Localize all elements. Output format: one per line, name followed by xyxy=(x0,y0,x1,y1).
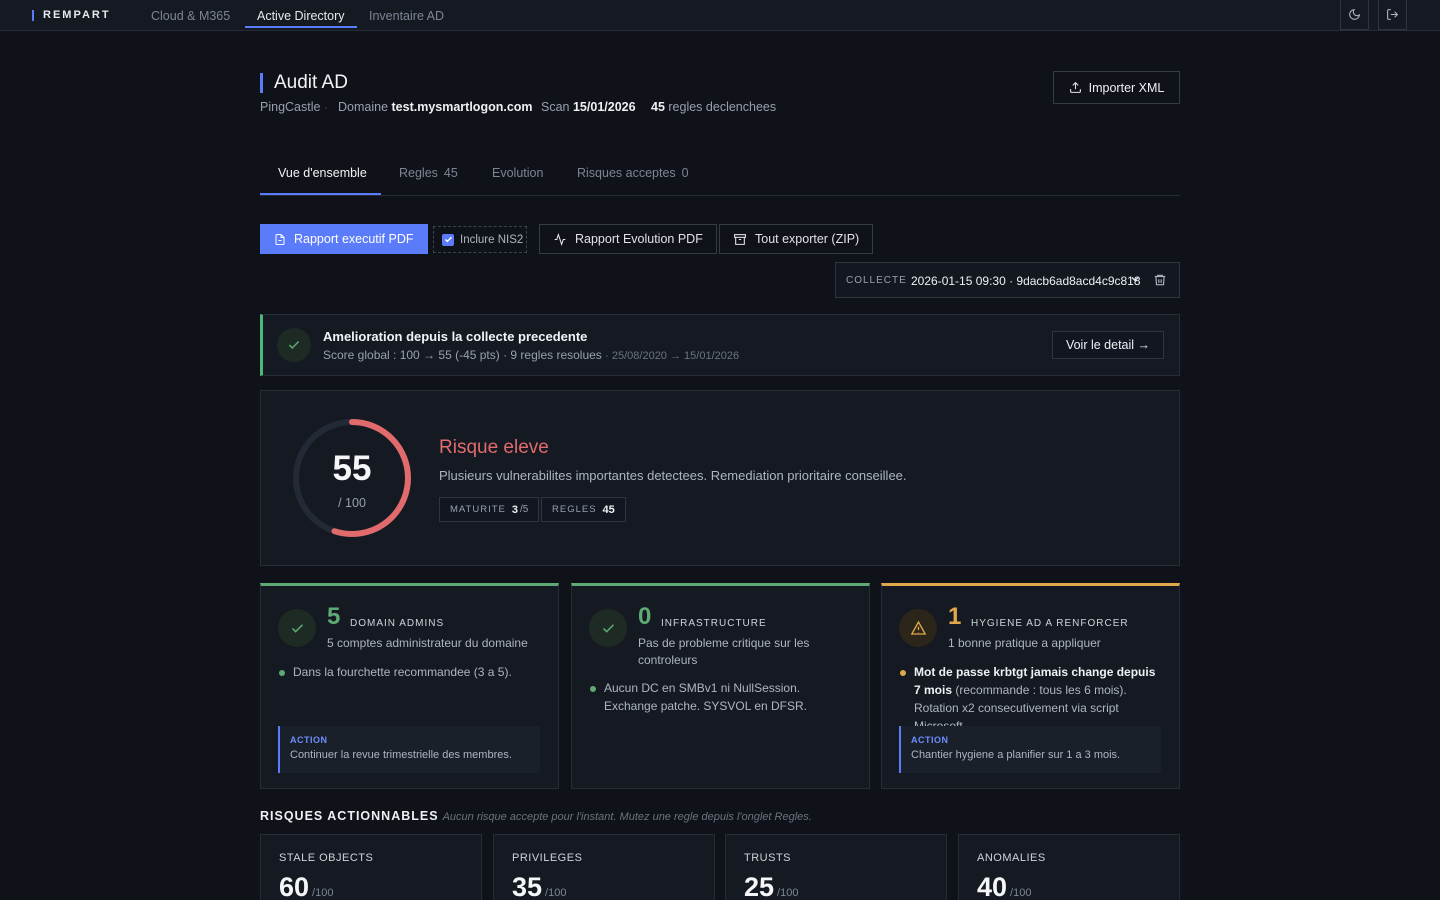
logout-button[interactable] xyxy=(1378,0,1407,30)
collect-value[interactable]: 2026-01-15 09:30 · 9dacb6ad8acd4c9c818 xyxy=(911,274,1141,288)
chevron-down-icon[interactable] xyxy=(1129,273,1141,285)
infrastructure-card: 0 INFRASTRUCTURE Pas de probleme critiqu… xyxy=(571,583,870,789)
card-bullet: Aucun DC en SMBv1 ni NullSession. Exchan… xyxy=(589,679,851,715)
card-label: INFRASTRUCTURE xyxy=(661,618,767,629)
card-subtitle: Pas de probleme critique sur les control… xyxy=(638,636,810,667)
score-max: / 100 xyxy=(338,496,366,510)
nav-tab-active-directory[interactable]: Active Directory xyxy=(245,9,357,28)
card-label: DOMAIN ADMINS xyxy=(350,618,445,629)
tab-rules[interactable]: Regles 45 xyxy=(399,166,458,180)
check-circle-icon xyxy=(589,609,627,647)
rules-badge: REGLES 45 xyxy=(541,497,626,522)
card-subtitle: 1 bonne pratique a appliquer xyxy=(948,636,1101,650)
import-xml-button[interactable]: Importer XML xyxy=(1053,71,1180,104)
theme-toggle-button[interactable] xyxy=(1340,0,1369,30)
maturity-badge: MATURITE 3/5 xyxy=(439,497,540,522)
risk-card-stale-objects[interactable]: STALE OBJECTS 60/100 xyxy=(260,834,482,900)
improvement-banner: Amelioration depuis la collecte preceden… xyxy=(260,314,1180,376)
separator-dot: · xyxy=(324,100,328,114)
export-zip-button[interactable]: Tout exporter (ZIP) xyxy=(719,224,874,254)
executive-pdf-button[interactable]: Rapport executif PDF xyxy=(260,224,428,254)
file-icon xyxy=(275,233,285,245)
scan-meta: Scan 15/01/2026 xyxy=(541,100,636,114)
collect-selector[interactable]: COLLECTE 2026-01-15 09:30 · 9dacb6ad8acd… xyxy=(835,262,1180,298)
card-bullet: Mot de passe krbtgt jamais change depuis… xyxy=(899,663,1161,735)
evolution-pdf-button[interactable]: Rapport Evolution PDF xyxy=(539,224,717,254)
trash-icon[interactable] xyxy=(1153,273,1167,287)
card-number: 1 xyxy=(948,603,962,630)
moon-icon xyxy=(1349,8,1361,20)
card-action: ACTION Continuer la revue trimestrielle … xyxy=(278,726,540,773)
score-card: 55 / 100 Risque eleve Plusieurs vulnerab… xyxy=(260,390,1180,566)
risk-card-trusts[interactable]: TRUSTS 25/100 xyxy=(725,834,947,900)
card-number: 0 xyxy=(638,603,652,630)
card-number: 5 xyxy=(327,603,341,630)
domain-admins-card: 5 DOMAIN ADMINS 5 comptes administrateur… xyxy=(260,583,559,789)
activity-icon xyxy=(554,232,566,246)
card-subtitle: 5 comptes administrateur du domaine xyxy=(327,636,528,650)
risk-level: Risque eleve xyxy=(439,437,549,458)
source-label: PingCastle xyxy=(260,100,321,114)
banner-summary: Score global : 100 → 55 (-45 pts) · 9 re… xyxy=(323,348,740,362)
view-detail-button[interactable]: Voir le detail → xyxy=(1052,331,1164,359)
card-label: HYGIENE AD A RENFORCER xyxy=(971,618,1129,629)
check-circle-icon xyxy=(278,609,316,647)
top-bar: REMPART Cloud & M365 Active Directory In… xyxy=(0,0,1440,31)
tab-overview[interactable]: Vue d'ensemble xyxy=(278,166,367,180)
logout-icon xyxy=(1387,9,1399,20)
risks-note: Aucun risque accepte pour l'instant. Mut… xyxy=(442,811,812,823)
collect-label: COLLECTE xyxy=(846,274,907,286)
domain-meta: Domaine test.mysmartlogon.com xyxy=(338,100,533,114)
risk-card-anomalies[interactable]: ANOMALIES 40/100 xyxy=(958,834,1180,900)
check-circle-icon xyxy=(277,328,311,362)
tab-evolution[interactable]: Evolution xyxy=(492,166,543,180)
checkbox-checked-icon[interactable] xyxy=(442,233,454,246)
tabs-divider xyxy=(260,195,1180,196)
banner-title: Amelioration depuis la collecte preceden… xyxy=(323,329,588,344)
hygiene-card: 1 HYGIENE AD A RENFORCER 1 bonne pratiqu… xyxy=(881,583,1180,789)
upload-icon xyxy=(1069,81,1081,93)
active-tab-indicator xyxy=(260,193,381,195)
archive-icon xyxy=(734,233,746,245)
nav-tab-cloud[interactable]: Cloud & M365 xyxy=(151,9,230,23)
score-value: 55 xyxy=(332,449,372,488)
card-bullet: Dans la fourchette recommandee (3 a 5). xyxy=(278,663,540,681)
tab-accepted-risks[interactable]: Risques acceptes 0 xyxy=(577,166,689,180)
nav-tab-inventaire[interactable]: Inventaire AD xyxy=(369,9,444,23)
risk-description: Plusieurs vulnerabilites importantes det… xyxy=(439,468,907,483)
brand-logo[interactable]: REMPART xyxy=(32,9,111,21)
warning-icon xyxy=(899,609,937,647)
rules-meta: 45 regles declenchees xyxy=(651,100,777,114)
page-title: Audit AD xyxy=(260,72,348,94)
card-action: ACTION Chantier hygiene a planifier sur … xyxy=(899,726,1161,773)
risk-card-privileges[interactable]: PRIVILEGES 35/100 xyxy=(493,834,715,900)
risks-section-title: RISQUES ACTIONNABLES Aucun risque accepte… xyxy=(260,809,812,823)
include-nis2-checkbox[interactable]: Inclure NIS2 xyxy=(433,226,527,253)
